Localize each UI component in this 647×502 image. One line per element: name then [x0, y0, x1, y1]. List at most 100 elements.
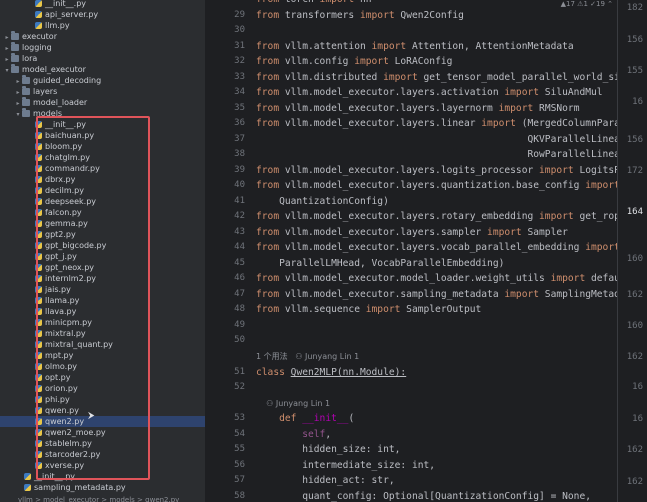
python-file-icon [35, 286, 42, 293]
python-file-icon [35, 363, 42, 370]
tree-file[interactable]: phi.py [0, 394, 205, 405]
python-file-icon [35, 407, 42, 414]
tree-file[interactable]: llava.py [0, 306, 205, 317]
tree-file[interactable]: gpt2.py [0, 229, 205, 240]
tree-file[interactable]: opt.py [0, 372, 205, 383]
project-tree[interactable]: __init__.py api_server.py llm.py ▸ executor ▸… [0, 0, 205, 502]
tree-file[interactable]: __init__.py [0, 0, 205, 9]
tree-file[interactable]: qwen2.py [0, 416, 205, 427]
tree-file[interactable]: commandr.py [0, 163, 205, 174]
tree-item-label: gemma.py [45, 219, 88, 228]
python-file-icon [35, 154, 42, 161]
tree-file[interactable]: chatglm.py [0, 152, 205, 163]
code-line[interactable]: from vllm.model_executor.layers.rotary_e… [256, 209, 617, 224]
code-line[interactable]: hidden_act: str, [256, 473, 394, 488]
tree-item-label: __init__.py [34, 472, 76, 481]
tree-file[interactable]: sampling_metadata.py [0, 482, 205, 493]
code-line[interactable]: from vllm.model_executor.layers.layernor… [256, 101, 579, 116]
code-line[interactable]: from vllm.config import LoRAConfig [256, 54, 452, 69]
tree-file[interactable]: gpt_bigcode.py [0, 240, 205, 251]
tree-folder[interactable]: ▸ executor [0, 31, 205, 42]
python-file-icon [35, 429, 42, 436]
tree-file[interactable]: xverse.py [0, 460, 205, 471]
tree-folder[interactable]: ▸ guided_decoding [0, 75, 205, 86]
line-number: 31 [234, 41, 245, 51]
tree-file[interactable]: qwen.py [0, 405, 205, 416]
python-file-icon [35, 297, 42, 304]
code-line[interactable]: from vllm.model_executor.layers.sampler … [256, 225, 568, 240]
line-number: 39 [234, 165, 245, 175]
tree-file[interactable]: baichuan.py [0, 130, 205, 141]
tree-file[interactable]: __init__.py [0, 471, 205, 482]
inspection-widget[interactable]: ▲17 ⚠1 ✓19 ⌃ [561, 0, 613, 8]
tree-file[interactable]: orion.py [0, 383, 205, 394]
code-line[interactable]: ⚇ Junyang Lin 1 [256, 396, 330, 411]
code-line[interactable]: from vllm.model_executor.model_loader.we… [256, 271, 617, 286]
tree-item-label: starcoder2.py [45, 450, 101, 459]
tree-file[interactable]: gemma.py [0, 218, 205, 229]
tree-file[interactable]: jais.py [0, 284, 205, 295]
tree-file[interactable]: starcoder2.py [0, 449, 205, 460]
code-line[interactable]: from vllm.model_executor.layers.quantiza… [256, 178, 617, 193]
tree-file[interactable]: falcon.py [0, 207, 205, 218]
code-line[interactable]: from vllm.model_executor.layers.vocab_pa… [256, 240, 617, 255]
tree-file[interactable]: bloom.py [0, 141, 205, 152]
tree-file[interactable]: stablelm.py [0, 438, 205, 449]
tree-item-label: falcon.py [45, 208, 82, 217]
code-line[interactable]: from vllm.sequence import SamplerOutput [256, 302, 481, 317]
tree-item-label: commandr.py [45, 164, 100, 173]
code-line[interactable]: from vllm.model_executor.layers.activati… [256, 85, 603, 100]
tree-file[interactable]: dbrx.py [0, 174, 205, 185]
tree-file[interactable]: decilm.py [0, 185, 205, 196]
tree-file[interactable]: internlm2.py [0, 273, 205, 284]
code-line[interactable]: def __init__( [256, 411, 354, 426]
code-line[interactable]: self, [256, 427, 331, 442]
tree-folder[interactable]: ▸ model_loader [0, 97, 205, 108]
line-number: 46 [234, 273, 245, 283]
tree-folder[interactable]: ▸ lora [0, 53, 205, 64]
tree-folder[interactable]: ▾ models [0, 108, 205, 119]
tree-file[interactable]: mpt.py [0, 350, 205, 361]
code-line[interactable]: ParallelLMHead, VocabParallelEmbedding) [256, 256, 504, 271]
code-line[interactable]: from vllm.distributed import get_tensor_… [256, 70, 617, 85]
code-line[interactable]: from transformers import Qwen2Config [256, 8, 464, 23]
tree-item-label: lora [22, 54, 38, 63]
code-line[interactable]: from vllm.model_executor.layers.logits_p… [256, 163, 617, 178]
tree-file[interactable]: minicpm.py [0, 317, 205, 328]
tree-item-label: dbrx.py [45, 175, 76, 184]
tree-file[interactable]: mixtral.py [0, 328, 205, 339]
line-number: 35 [234, 103, 245, 113]
code-editor[interactable]: ▲17 ⚠1 ✓19 ⌃ from torch import nnfrom tr… [253, 0, 617, 502]
code-line[interactable]: hidden_size: int, [256, 442, 400, 457]
tree-file[interactable]: api_server.py [0, 9, 205, 20]
tree-folder[interactable]: ▸ logging [0, 42, 205, 53]
ruler-number: 162 [626, 352, 643, 362]
code-line[interactable]: from vllm.attention import Attention, At… [256, 39, 574, 54]
code-line[interactable]: 1 个用法 ⚇ Junyang Lin 1 [256, 349, 359, 364]
tree-file[interactable]: gpt_neox.py [0, 262, 205, 273]
code-line[interactable]: QuantizationConfig) [256, 194, 389, 209]
tree-item-label: jais.py [45, 285, 71, 294]
tree-folder[interactable]: ▸ layers [0, 86, 205, 97]
code-line[interactable]: RowParallelLinear) [256, 147, 617, 162]
code-line[interactable]: quant_config: Optional[QuantizationConfi… [256, 489, 591, 502]
code-line[interactable]: from torch import nn [256, 0, 372, 7]
tree-file[interactable]: gpt_j.py [0, 251, 205, 262]
line-number: 51 [234, 367, 245, 377]
code-line[interactable]: from vllm.model_executor.sampling_metada… [256, 287, 617, 302]
tree-file[interactable]: deepseek.py [0, 196, 205, 207]
tree-file[interactable]: llama.py [0, 295, 205, 306]
code-line[interactable]: from vllm.model_executor.layers.linear i… [256, 116, 617, 131]
tree-file[interactable]: __init__.py [0, 119, 205, 130]
line-number: 44 [234, 242, 245, 252]
code-line[interactable]: class Qwen2MLP(nn.Module): [256, 365, 406, 380]
folder-icon [11, 31, 19, 40]
code-line[interactable]: intermediate_size: int, [256, 458, 435, 473]
tree-file[interactable]: qwen2_moe.py [0, 427, 205, 438]
code-line[interactable]: QKVParallelLinear, [256, 132, 617, 147]
tree-file[interactable]: olmo.py [0, 361, 205, 372]
tree-file[interactable]: mixtral_quant.py [0, 339, 205, 350]
python-file-icon [35, 341, 42, 348]
tree-file[interactable]: llm.py [0, 20, 205, 31]
tree-folder[interactable]: ▾ model_executor [0, 64, 205, 75]
